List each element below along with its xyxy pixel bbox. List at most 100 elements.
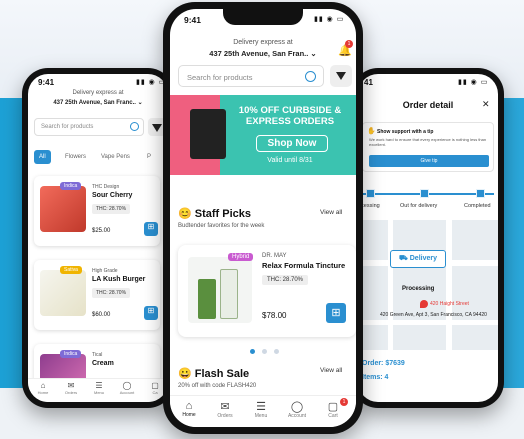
search-icon[interactable] [130, 122, 139, 131]
product-brand: DR. MAY [262, 253, 287, 259]
signal-battery-icon: ▮▮ ◉ ▭ [136, 79, 167, 86]
progress-step [366, 189, 375, 198]
nav-account[interactable]: ◯ Account [114, 381, 140, 395]
nav-label: Account [119, 390, 135, 395]
filter-icon [152, 124, 162, 132]
product-name: Sour Cherry [92, 192, 133, 199]
signal-battery-icon: ▮▮ ◉ ▭ [458, 79, 489, 86]
nav-home[interactable]: ⌂ Home [30, 381, 56, 395]
carousel-dot[interactable] [250, 349, 255, 354]
map-address: 420 Green Ave, Apt 3, San Francisco, CA … [380, 312, 487, 318]
flash-sale-title: 😀 Flash Sale [178, 368, 250, 380]
bottom-nav: ⌂ Home ✉ Orders ☰ Menu ◯ Account ▢ Cart 1 [170, 395, 356, 427]
nav-menu[interactable]: ☰ Menu [86, 381, 112, 395]
nav-orders[interactable]: ✉ Orders [208, 400, 242, 419]
cart-icon: ⊞ [147, 306, 155, 315]
tab-flowers[interactable]: Flowers [60, 150, 91, 164]
tab-more[interactable]: P [142, 150, 156, 164]
filter-icon [336, 72, 346, 80]
delivery-button[interactable]: ⛟ Delivery [390, 250, 446, 268]
add-to-cart-button[interactable]: ⊞ [144, 306, 158, 320]
cart-icon: ⊞ [331, 307, 341, 319]
add-to-cart-button[interactable]: ⊞ [326, 303, 346, 323]
product-name: Cream [92, 360, 114, 367]
search-placeholder: Search for products [41, 124, 94, 130]
right-phone-screen: 41 ▮▮ ◉ ▭ Order detail ✕ ✋ Show support … [358, 74, 498, 402]
nav-account[interactable]: ◯ Account [280, 400, 314, 419]
search-input[interactable]: Search for products [178, 65, 324, 87]
add-to-cart-button[interactable]: ⊞ [144, 222, 158, 236]
nav-label: Menu [93, 390, 104, 395]
close-icon[interactable]: ✕ [482, 99, 490, 110]
staff-picks-view-all[interactable]: View all [320, 209, 342, 216]
give-tip-button[interactable]: Give tip [369, 155, 489, 167]
delivery-label: Delivery express at [72, 90, 124, 96]
product-brand: THC Design [92, 184, 120, 190]
hand-heart-icon: ✋ [367, 128, 376, 135]
nav-label: Cart [328, 413, 338, 419]
filter-button[interactable] [330, 65, 352, 87]
orders-icon: ✉ [67, 381, 75, 390]
bottle-shape [198, 279, 216, 319]
nav-label: Home [37, 390, 49, 395]
nav-orders[interactable]: ✉ Orders [58, 381, 84, 395]
nav-label: Orders [217, 413, 233, 419]
strain-badge: Hybrid [228, 253, 254, 261]
cart-count-badge: 1 [340, 398, 348, 406]
staff-picks-subtitle: Budtender favorites for the week [178, 223, 265, 229]
nav-menu[interactable]: ☰ Menu [244, 400, 278, 419]
phone-notch [223, 9, 303, 25]
product-image [40, 270, 86, 316]
product-card[interactable]: Indica THC Design Sour Cherry THC: 28.70… [34, 176, 160, 246]
tip-card: ✋ Show support with a tip We work hard t… [362, 122, 494, 172]
account-icon: ◯ [290, 401, 304, 413]
banner-product-image [190, 109, 226, 159]
promo-banner[interactable]: 10% OFF CURBSIDE & EXPRESS ORDERS Shop N… [170, 95, 356, 175]
items-count: Items: 4 [362, 374, 389, 381]
carousel-dot[interactable] [274, 349, 279, 354]
notification-count: 1 [345, 40, 353, 48]
product-card[interactable]: Hybrid DR. MAY Relax Formula Tincture TH… [178, 245, 356, 337]
account-icon: ◯ [122, 381, 132, 390]
product-brand: High Grade [92, 268, 118, 274]
processing-label: Processing [402, 286, 435, 292]
product-card[interactable]: Sativa High Grade LA Kush Burger THC: 28… [34, 260, 160, 330]
nav-label: Orders [64, 390, 78, 395]
tab-all[interactable]: All [34, 150, 51, 164]
search-input[interactable]: Search for products [34, 118, 144, 136]
tip-title: Show support with a tip [377, 129, 434, 135]
map-pin-icon [420, 300, 428, 308]
delivery-address[interactable]: 437 25th Avenue, San Fran.. ⌄ [170, 49, 356, 58]
product-price: $60.00 [92, 312, 111, 318]
status-time: 9:41 [38, 78, 55, 87]
carousel-dot[interactable] [262, 349, 267, 354]
home-icon: ⌂ [185, 400, 193, 412]
tip-text: We work hard to ensure that every experi… [369, 137, 487, 147]
center-phone: 9:41 ▮▮ ◉ ▭ Delivery express at 437 25th… [163, 2, 363, 434]
flash-sale-view-all[interactable]: View all [320, 367, 342, 374]
delivery-map[interactable] [358, 220, 498, 350]
product-price: $25.00 [92, 228, 111, 234]
delivery-address[interactable]: 437 25th Avenue, San Franc.. ⌄ [28, 99, 168, 106]
cart-icon: ⊞ [147, 222, 155, 231]
strain-badge: Indica [60, 350, 82, 358]
orders-icon: ✉ [220, 401, 230, 413]
nav-home[interactable]: ⌂ Home [172, 400, 206, 418]
thc-badge: THC: 28.70% [92, 288, 131, 298]
left-phone: 9:41 ▮▮ ◉ ▭ Delivery express at 437 25th… [22, 68, 174, 408]
map-place: 420 Haight Street [430, 301, 469, 307]
staff-picks-title: 😊 Staff Picks [178, 208, 251, 220]
order-total: Order: $7639 [362, 360, 405, 367]
tab-vape-pens[interactable]: Vape Pens [96, 150, 135, 164]
category-tabs: All Flowers Vape Pens P [34, 150, 168, 164]
left-phone-screen: 9:41 ▮▮ ◉ ▭ Delivery express at 437 25th… [28, 74, 168, 402]
shop-now-button[interactable]: Shop Now [256, 135, 328, 152]
search-icon[interactable] [305, 71, 316, 82]
product-name: Relax Formula Tincture [262, 261, 346, 270]
strain-badge: Indica [60, 182, 82, 190]
product-image [40, 186, 86, 232]
order-progress: ocessing Out for delivery Completed [358, 184, 498, 214]
delivery-button-label: Delivery [409, 255, 437, 262]
status-time: 9:41 [184, 15, 202, 25]
signal-battery-icon: ▮▮ ◉ ▭ [314, 16, 345, 23]
